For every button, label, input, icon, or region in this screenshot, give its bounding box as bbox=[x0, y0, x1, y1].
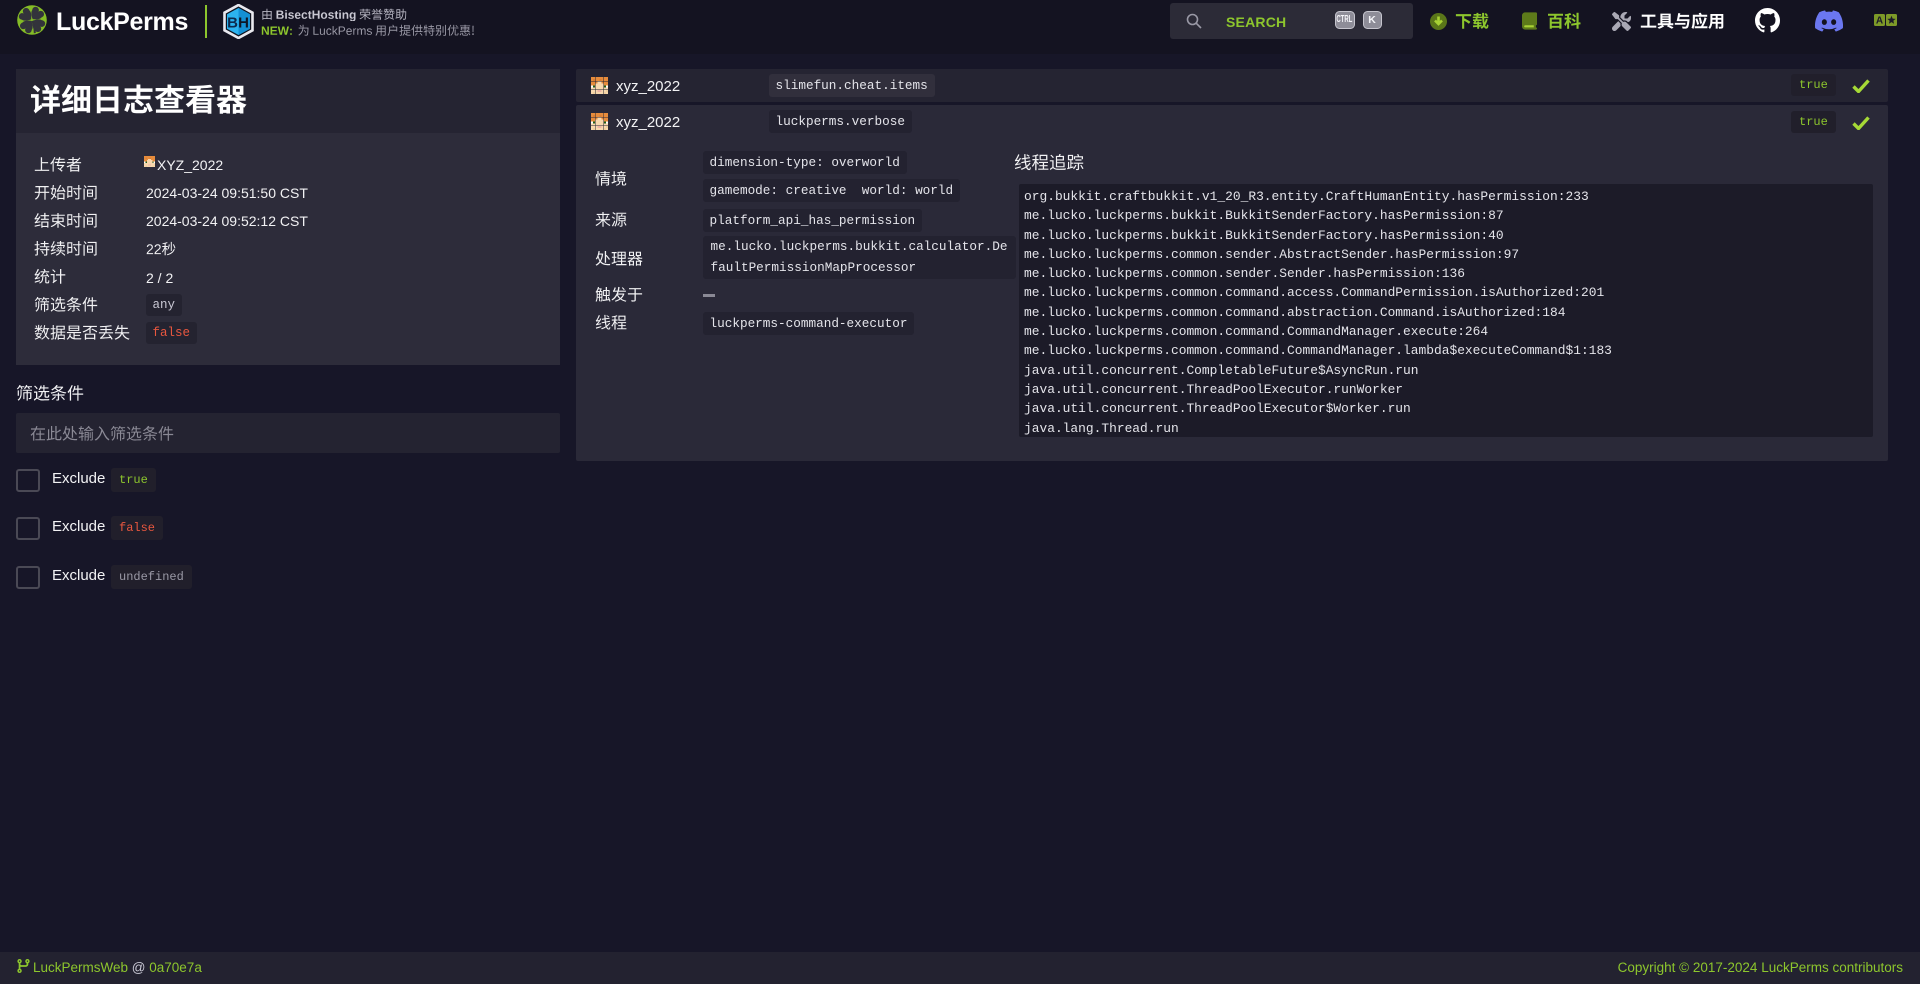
svg-text:A: A bbox=[1876, 16, 1883, 27]
svg-text:H: H bbox=[238, 15, 249, 32]
svg-text:B: B bbox=[227, 15, 238, 32]
